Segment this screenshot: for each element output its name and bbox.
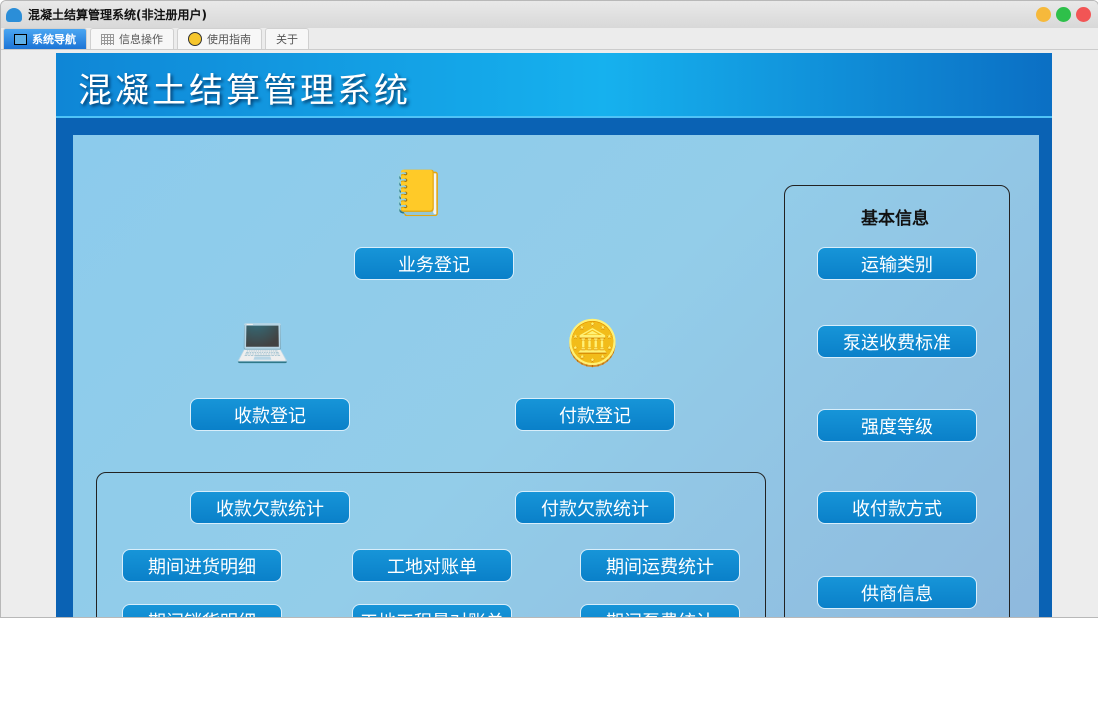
banner: 混凝土结算管理系统 xyxy=(56,53,1052,118)
gold-coins-icon: 🪙 xyxy=(565,318,620,369)
sales-detail-button[interactable]: 期间销货明细 xyxy=(122,604,282,617)
payment-method-button[interactable]: 收付款方式 xyxy=(817,491,977,524)
tab-about[interactable]: 关于 xyxy=(265,28,309,49)
tab-bar: 系统导航 信息操作 使用指南 关于 xyxy=(1,28,1098,50)
monitor-icon xyxy=(14,33,27,45)
window-title: 混凝土结算管理系统(非注册用户) xyxy=(28,8,207,22)
payment-register-button[interactable]: 付款登记 xyxy=(515,398,675,431)
freight-stats-button[interactable]: 期间运费统计 xyxy=(580,549,740,582)
maximize-button[interactable] xyxy=(1056,7,1071,22)
pump-fee-stats-button[interactable]: 期间泵费统计 xyxy=(580,604,740,617)
strength-grade-button[interactable]: 强度等级 xyxy=(817,409,977,442)
app-logo-icon xyxy=(6,7,22,22)
site-statement-button[interactable]: 工地对账单 xyxy=(352,549,512,582)
receivable-stats-button[interactable]: 收款欠款统计 xyxy=(190,491,350,524)
receipt-register-button[interactable]: 收款登记 xyxy=(190,398,350,431)
tab-label: 信息操作 xyxy=(119,33,163,46)
transport-type-button[interactable]: 运输类别 xyxy=(817,247,977,280)
nav-panel: 📒 💻 🪙 业务登记 收款登记 付款登记 收款欠款统计 付款欠款统计 期间进货明… xyxy=(73,135,1039,617)
app-window: 混凝土结算管理系统(非注册用户) 系统导航 信息操作 使用指南 关于 混凝土结算… xyxy=(0,0,1098,618)
site-quantity-statement-button[interactable]: 工地工程量对账单 xyxy=(352,604,512,617)
minimize-button[interactable] xyxy=(1036,7,1051,22)
pump-fee-standard-button[interactable]: 泵送收费标准 xyxy=(817,325,977,358)
navigation-page: 混凝土结算管理系统 📒 💻 🪙 业务登记 收款登记 付款登记 收款欠款统计 付款… xyxy=(56,53,1052,617)
business-register-button[interactable]: 业务登记 xyxy=(354,247,514,280)
tab-info[interactable]: 信息操作 xyxy=(90,28,174,49)
tab-label: 系统导航 xyxy=(32,33,76,46)
notebook-icon: 📒 xyxy=(391,168,446,219)
title-bar: 混凝土结算管理系统(非注册用户) xyxy=(1,1,1098,28)
tab-label: 关于 xyxy=(276,33,298,46)
grid-icon xyxy=(101,33,114,45)
purchase-detail-button[interactable]: 期间进货明细 xyxy=(122,549,282,582)
help-icon xyxy=(188,32,202,46)
laptop-coins-icon: 💻 xyxy=(235,314,290,365)
supplier-info-button[interactable]: 供商信息 xyxy=(817,576,977,609)
tab-guide[interactable]: 使用指南 xyxy=(177,28,262,49)
payable-stats-button[interactable]: 付款欠款统计 xyxy=(515,491,675,524)
banner-title: 混凝土结算管理系统 xyxy=(78,71,411,111)
basic-info-title: 基本信息 xyxy=(861,209,929,229)
tab-label: 使用指南 xyxy=(207,33,251,46)
tab-nav[interactable]: 系统导航 xyxy=(3,28,87,49)
close-button[interactable] xyxy=(1076,7,1091,22)
